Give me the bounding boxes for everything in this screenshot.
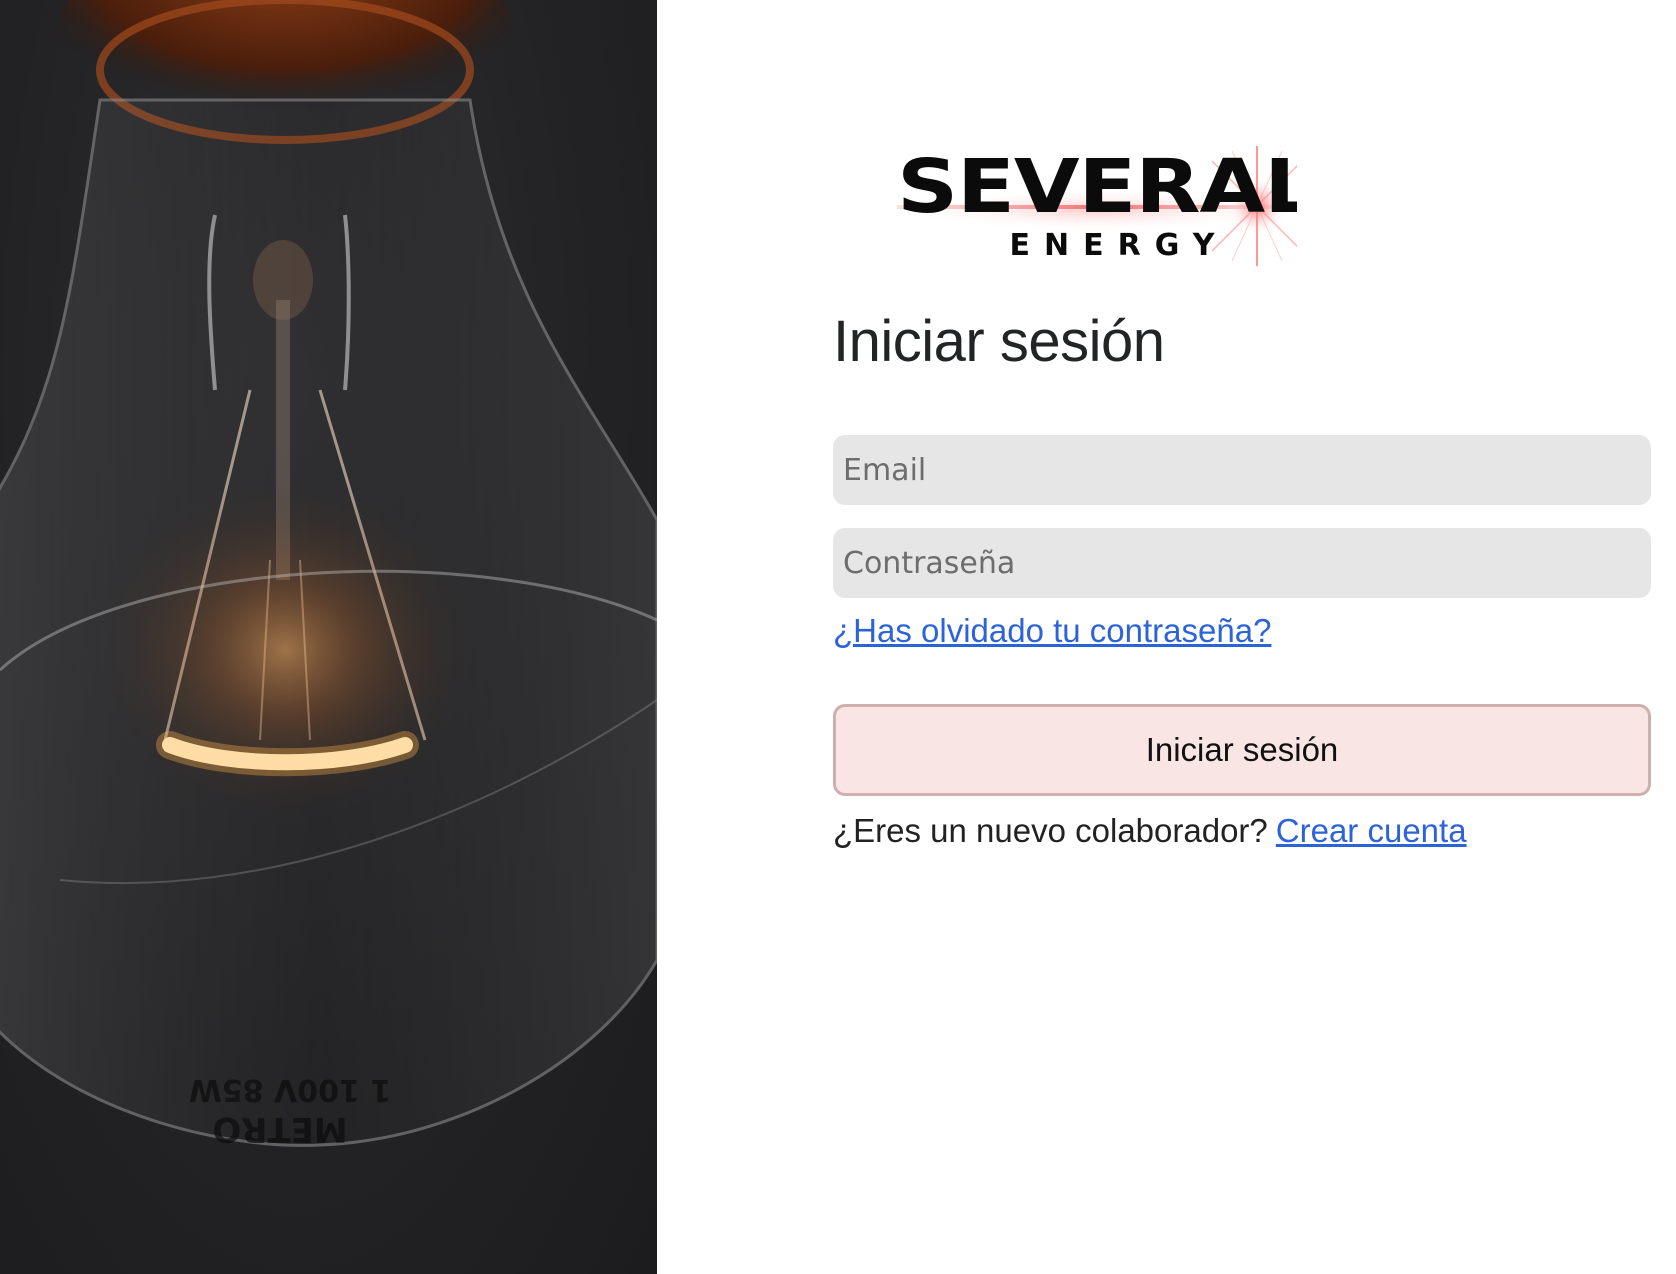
bulb-print-text: 1 100V 85W <box>189 1072 391 1107</box>
create-account-link[interactable]: Crear cuenta <box>1276 812 1467 849</box>
forgot-password-link[interactable]: ¿Has olvidado tu contraseña? <box>833 612 1271 650</box>
bulb-print-text-2: METRO <box>212 1109 347 1149</box>
login-page: 1 100V 85W METRO SEVERAL ENERGY Iniciar … <box>0 0 1676 1274</box>
several-energy-logo: SEVERAL ENERGY <box>897 130 1297 290</box>
login-panel: SEVERAL ENERGY Iniciar sesión ¿Has olvid… <box>657 0 1676 1274</box>
signup-prompt: ¿Eres un nuevo colaborador? Crear cuenta <box>833 812 1467 850</box>
password-field[interactable] <box>833 528 1651 598</box>
logo-wordmark: SEVERAL <box>897 144 1297 230</box>
logo-subtitle: ENERGY <box>1010 228 1229 263</box>
page-title: Iniciar sesión <box>833 309 1165 374</box>
hero-image: 1 100V 85W METRO <box>0 0 657 1274</box>
email-field[interactable] <box>833 435 1651 505</box>
light-bulb-illustration: 1 100V 85W METRO <box>0 0 657 1149</box>
new-collaborator-text: ¿Eres un nuevo colaborador? <box>833 812 1268 849</box>
login-button[interactable]: Iniciar sesión <box>833 704 1651 796</box>
